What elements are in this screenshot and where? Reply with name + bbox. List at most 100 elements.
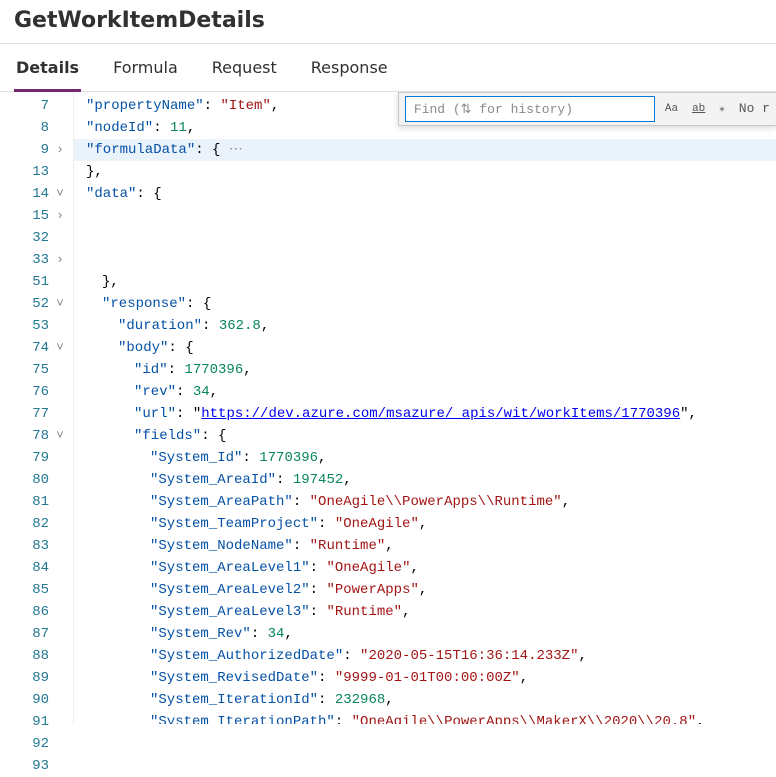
token-lnk[interactable]: https://dev.azure.com/msazure/_apis/wit/… [201,406,680,422]
code-content[interactable]: Aa ab ⁎ No r "propertyName": "Item","nod… [74,92,776,724]
whole-word-toggle[interactable]: ab [688,96,709,122]
code-line[interactable] [74,227,776,249]
code-line[interactable]: "System_AreaLevel1": "OneAgile", [74,557,776,579]
token-pun: : [153,120,170,136]
line-number: 9 [21,139,49,161]
code-line[interactable]: "System_AreaPath": "OneAgile\\PowerApps\… [74,491,776,513]
code-line[interactable]: "id": 1770396, [74,359,776,381]
token-pun: : [176,384,193,400]
code-line[interactable] [74,205,776,227]
tab-formula[interactable]: Formula [111,44,180,91]
fold-toggle-icon[interactable]: ˅ [53,183,67,205]
code-line[interactable]: "System_Id": 1770396, [74,447,776,469]
code-line[interactable]: "System_RevisedDate": "9999-01-01T00:00:… [74,667,776,689]
code-line[interactable]: "duration": 362.8, [74,315,776,337]
line-number: 88 [21,645,49,667]
gutter-row: 92 [0,733,73,755]
gutter-row: 81 [0,491,73,513]
token-pun: : { [201,428,226,444]
gutter-row: 89 [0,667,73,689]
line-number: 78 [21,425,49,447]
token-pun: : [168,362,185,378]
code-line[interactable] [74,249,776,271]
code-line[interactable]: "response": { [74,293,776,315]
line-number: 52 [21,293,49,315]
gutter-row: 93 [0,755,73,777]
code-line[interactable]: "System_AreaId": 197452, [74,469,776,491]
gutter-row: 14˅ [0,183,73,205]
gutter-row: 7 [0,95,73,117]
code-line[interactable]: "rev": 34, [74,381,776,403]
token-str: "Runtime" [326,604,402,620]
code-line[interactable]: "body": { [74,337,776,359]
token-pun: : { [136,186,161,202]
line-number: 84 [21,557,49,579]
token-num: 362.8 [219,318,261,334]
page-header: GetWorkItemDetails [0,0,776,44]
token-pun: , [187,120,195,136]
token-pun: " [193,406,201,422]
line-number: 82 [21,513,49,535]
gutter-row: 91 [0,711,73,733]
line-number: 86 [21,601,49,623]
tab-details[interactable]: Details [14,44,81,91]
token-pun: , [318,450,326,466]
tab-request[interactable]: Request [210,44,279,91]
fold-toggle-icon[interactable]: ˅ [53,293,67,315]
code-line[interactable]: "url": "https://dev.azure.com/msazure/_a… [74,403,776,425]
line-number: 8 [21,117,49,139]
match-case-toggle[interactable]: Aa [661,96,682,122]
regex-toggle[interactable]: ⁎ [715,96,729,122]
token-pun: , [520,670,528,686]
token-pun: , [284,626,292,642]
line-number: 32 [21,227,49,249]
gutter-row: 75 [0,359,73,381]
token-pun: : [204,98,221,114]
line-number: 76 [21,381,49,403]
code-line[interactable]: "System_NodeName": "Runtime", [74,535,776,557]
gutter-row: 76 [0,381,73,403]
line-number: 14 [21,183,49,205]
code-line[interactable]: "System_Rev": 34, [74,623,776,645]
fold-toggle-icon[interactable]: ˅ [53,425,67,447]
code-line[interactable]: "System_AuthorizedDate": "2020-05-15T16:… [74,645,776,667]
token-key: "url" [134,406,176,422]
token-pun: : [318,670,335,686]
token-pun: }, [86,164,103,180]
line-number: 93 [21,755,49,777]
code-line[interactable]: "fields": { [74,425,776,447]
code-line[interactable]: "System_IterationPath": "OneAgile\\Power… [74,711,776,724]
gutter-row: 33› [0,249,73,271]
code-line[interactable]: "System_TeamProject": "OneAgile", [74,513,776,535]
page-title: GetWorkItemDetails [14,8,762,33]
token-pun: , [689,406,697,422]
code-editor[interactable]: 789›1314˅15›3233›5152˅5374˅75767778˅7980… [0,92,776,724]
token-pun: , [419,516,427,532]
code-line[interactable]: "formulaData": { ⋯ [74,139,776,161]
gutter-row: 9› [0,139,73,161]
line-number: 77 [21,403,49,425]
fold-toggle-icon[interactable]: › [53,139,67,161]
gutter-row: 86 [0,601,73,623]
token-str: "OneAgile\\PowerApps\\Runtime" [310,494,562,510]
code-line[interactable]: "data": { [74,183,776,205]
line-number: 79 [21,447,49,469]
token-pun: , [410,560,418,576]
token-key: "System_TeamProject" [150,516,318,532]
token-pun: : [293,538,310,554]
gutter-row: 83 [0,535,73,557]
find-input[interactable] [405,96,655,122]
gutter-row: 78˅ [0,425,73,447]
code-line[interactable]: }, [74,271,776,293]
code-line[interactable]: "System_AreaLevel3": "Runtime", [74,601,776,623]
fold-toggle-icon[interactable]: › [53,205,67,227]
code-line[interactable]: "System_IterationId": 232968, [74,689,776,711]
fold-toggle-icon[interactable]: ˅ [53,337,67,359]
token-key: "System_AreaId" [150,472,276,488]
code-line[interactable]: "System_AreaLevel2": "PowerApps", [74,579,776,601]
fold-toggle-icon[interactable]: › [53,249,67,271]
line-number: 51 [21,271,49,293]
code-line[interactable]: }, [74,161,776,183]
line-number: 15 [21,205,49,227]
tab-response[interactable]: Response [309,44,390,91]
